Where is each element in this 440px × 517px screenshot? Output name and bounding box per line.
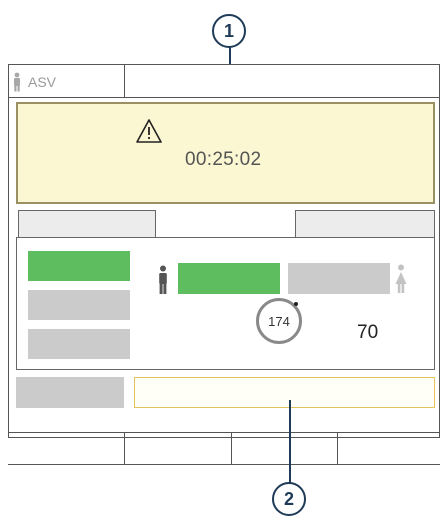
rate-value: 174 (268, 313, 290, 329)
footer-button[interactable] (16, 377, 124, 408)
option-button-1[interactable] (28, 251, 130, 281)
callout-2-number: 2 (283, 488, 294, 509)
mode-indicator[interactable]: ASV (12, 70, 120, 94)
tab-left[interactable] (18, 210, 156, 238)
female-patient-button[interactable] (288, 263, 390, 294)
bottom-bar-divider-1 (124, 432, 125, 465)
warning-triangle-icon (136, 119, 162, 143)
female-patient-icon (395, 264, 407, 293)
option-button-3[interactable] (28, 329, 130, 359)
callout-1-number: 1 (223, 20, 234, 41)
bottom-bar-divider-2 (231, 432, 232, 465)
tab-right[interactable] (295, 210, 435, 238)
footer-input-field[interactable] (134, 377, 435, 408)
bottom-bar-divider-3 (337, 432, 338, 465)
male-patient-button[interactable] (178, 263, 280, 294)
bottom-bar (8, 432, 440, 465)
callout-2-badge: 2 (272, 482, 306, 516)
numeric-value: 70 (357, 322, 379, 343)
rate-marker (294, 302, 298, 306)
callout-2-line (289, 400, 291, 484)
top-bar-divider (124, 64, 125, 98)
male-patient-icon (14, 72, 20, 92)
option-button-2[interactable] (28, 290, 130, 320)
callout-1-badge: 1 (212, 14, 246, 48)
alarm-timer: 00:25:02 (185, 149, 262, 170)
mode-label: ASV (28, 74, 57, 90)
male-patient-icon (159, 265, 167, 294)
